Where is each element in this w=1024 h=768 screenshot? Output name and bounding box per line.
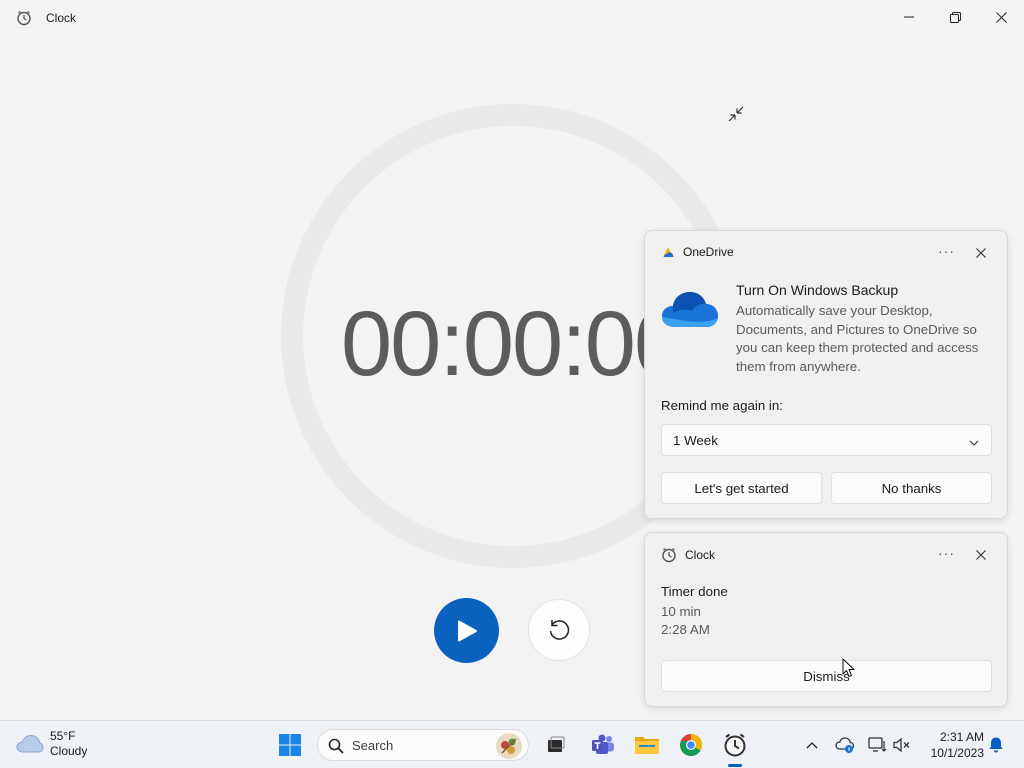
remind-interval-select[interactable]: 1 Week xyxy=(661,424,992,456)
windows-logo-icon xyxy=(279,734,301,756)
mouse-cursor-icon xyxy=(842,658,856,683)
window-title: Clock xyxy=(46,11,77,25)
play-icon xyxy=(457,620,477,641)
title-bar[interactable]: Clock xyxy=(0,0,1024,36)
notification-close-button[interactable] xyxy=(973,245,989,261)
notification-close-button[interactable] xyxy=(973,547,989,563)
notification-header: Clock xyxy=(661,547,715,563)
active-app-indicator xyxy=(728,764,742,767)
taskbar: 55°F Cloudy Search 2:31 AM 10/1/2023 xyxy=(0,720,1024,768)
onedrive-cloud-icon xyxy=(661,289,719,334)
compact-overlay-button[interactable] xyxy=(724,102,748,126)
search-icon xyxy=(328,738,344,759)
teams-button[interactable] xyxy=(587,729,619,761)
minimize-icon xyxy=(904,16,914,18)
chrome-icon xyxy=(680,734,702,756)
clock-notification[interactable]: Clock ··· Timer done 10 min 2:28 AM Dism… xyxy=(644,532,1008,707)
alarm-clock-icon xyxy=(724,733,746,757)
volume-tray-button[interactable] xyxy=(892,735,912,755)
network-tray-button[interactable] xyxy=(867,735,887,755)
notification-header: OneDrive xyxy=(661,245,734,259)
cloud-icon xyxy=(16,734,44,753)
notification-body: Automatically save your Desktop, Documen… xyxy=(736,303,979,374)
task-view-icon xyxy=(548,736,565,752)
speaker-muted-icon xyxy=(893,737,910,753)
clock-taskbar-button[interactable] xyxy=(719,729,751,761)
restore-icon xyxy=(949,11,961,23)
notification-title: Turn On Windows Backup xyxy=(736,282,899,298)
remind-label: Remind me again in: xyxy=(661,398,783,413)
system-time: 2:31 AM xyxy=(939,730,984,744)
reset-timer-button[interactable] xyxy=(528,599,590,661)
weather-widget[interactable]: 55°F Cloudy xyxy=(16,729,87,759)
chevron-down-icon xyxy=(969,435,979,453)
notifications-button[interactable] xyxy=(986,735,1006,755)
taskbar-search-box[interactable]: Search xyxy=(317,729,529,761)
onedrive-tray-button[interactable] xyxy=(835,735,855,755)
start-timer-button[interactable] xyxy=(434,598,499,663)
show-hidden-icons-button[interactable] xyxy=(802,735,822,755)
onedrive-status-icon xyxy=(835,737,855,753)
teams-icon xyxy=(592,734,614,754)
reset-icon xyxy=(549,620,570,640)
close-icon xyxy=(976,550,986,560)
chevron-up-icon xyxy=(806,742,818,749)
clock-app-icon xyxy=(16,10,32,26)
weather-temperature: 55°F xyxy=(50,729,76,743)
close-icon xyxy=(995,11,1007,23)
close-button[interactable] xyxy=(978,0,1024,34)
network-icon xyxy=(868,737,887,752)
notification-app-name: OneDrive xyxy=(683,245,734,259)
notification-title: Timer done xyxy=(661,584,728,599)
onedrive-small-icon xyxy=(663,247,674,257)
onedrive-notification[interactable]: OneDrive ··· Turn On Windows Backup Auto… xyxy=(644,230,1008,519)
folder-icon xyxy=(635,737,659,754)
timer-finished-time: 2:28 AM xyxy=(661,622,710,637)
system-clock[interactable]: 2:31 AM 10/1/2023 xyxy=(920,729,984,761)
search-highlight-icon xyxy=(496,733,522,759)
clock-app-icon xyxy=(662,547,676,563)
timer-display: 00:00:00 xyxy=(341,293,685,395)
more-options-button[interactable]: ··· xyxy=(938,243,955,259)
file-explorer-button[interactable] xyxy=(631,729,663,761)
notification-app-name: Clock xyxy=(685,548,716,562)
restore-button[interactable] xyxy=(932,0,978,34)
system-date: 10/1/2023 xyxy=(930,746,984,760)
more-options-button[interactable]: ··· xyxy=(938,545,955,561)
search-placeholder: Search xyxy=(352,738,394,753)
shrink-icon xyxy=(728,106,744,122)
minimize-button[interactable] xyxy=(886,0,932,34)
task-view-button[interactable] xyxy=(540,729,572,761)
no-thanks-button[interactable]: No thanks xyxy=(831,472,992,504)
lets-get-started-button[interactable]: Let's get started xyxy=(661,472,822,504)
remind-interval-value: 1 Week xyxy=(673,433,718,448)
chrome-button[interactable] xyxy=(675,729,707,761)
weather-condition: Cloudy xyxy=(50,744,88,758)
timer-duration: 10 min xyxy=(661,604,701,619)
dismiss-button[interactable]: Dismiss xyxy=(661,660,992,692)
close-icon xyxy=(976,248,986,258)
bell-icon xyxy=(989,737,1003,753)
start-button[interactable] xyxy=(274,729,306,761)
